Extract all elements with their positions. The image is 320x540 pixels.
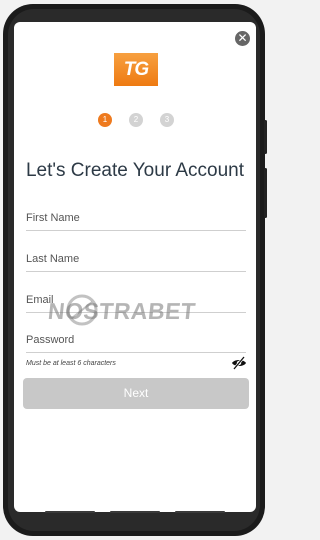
close-button[interactable]: ✕ xyxy=(235,31,250,46)
nav-bar-indicator xyxy=(175,511,225,513)
logo-text: TG xyxy=(123,59,149,80)
close-icon: ✕ xyxy=(237,31,248,45)
page-title: Let's Create Your Account xyxy=(25,160,245,181)
step-2: 2 xyxy=(129,113,143,127)
next-button[interactable]: Next xyxy=(23,378,249,409)
first-name-field[interactable] xyxy=(26,208,246,231)
phone-side-button xyxy=(264,168,267,218)
toggle-password-visibility-button[interactable] xyxy=(231,356,247,370)
step-3: 3 xyxy=(160,113,174,127)
eye-off-icon xyxy=(232,356,246,370)
last-name-field[interactable] xyxy=(26,249,246,272)
brand-logo: TG xyxy=(114,53,158,86)
password-field[interactable] xyxy=(26,330,246,353)
email-input[interactable] xyxy=(26,290,246,310)
first-name-input[interactable] xyxy=(26,208,246,228)
nav-bar-indicator xyxy=(45,511,95,513)
app-screen: ✕ TG 1 2 3 Let's Create Your Account Mus… xyxy=(14,22,256,512)
password-hint: Must be at least 6 characters xyxy=(26,360,116,367)
email-field[interactable] xyxy=(26,290,246,313)
nav-bar-indicator xyxy=(110,511,160,513)
password-input[interactable] xyxy=(26,330,246,350)
step-1: 1 xyxy=(98,113,112,127)
step-indicator: 1 2 3 xyxy=(98,113,174,127)
phone-side-button xyxy=(264,120,267,154)
last-name-input[interactable] xyxy=(26,249,246,269)
